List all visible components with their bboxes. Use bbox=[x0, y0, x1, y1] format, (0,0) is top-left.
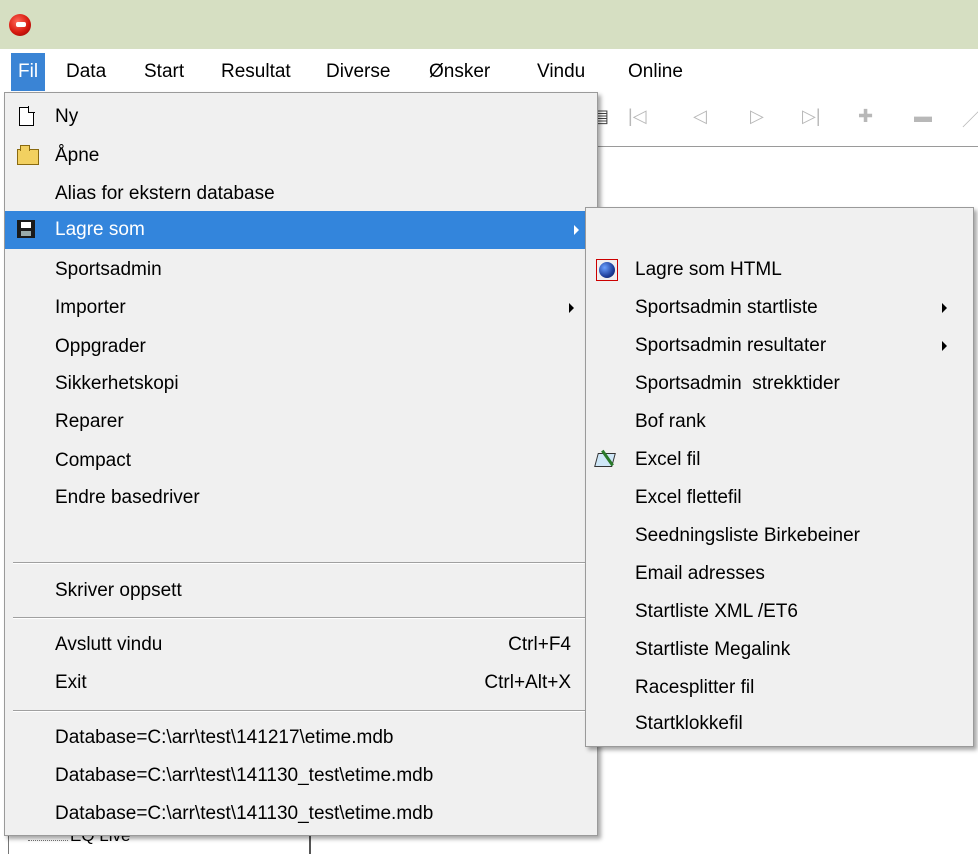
menu-resultat[interactable]: Resultat bbox=[214, 53, 298, 91]
submenu-arrow-icon bbox=[574, 225, 579, 235]
menu-item-ny[interactable]: Ny bbox=[5, 98, 597, 136]
menu-separator bbox=[13, 617, 594, 619]
title-bar bbox=[0, 0, 978, 49]
menu-start[interactable]: Start bbox=[137, 53, 191, 91]
recent-database-1[interactable]: Database=C:\arr\test\141217\etime.mdb bbox=[5, 719, 597, 757]
file-menu: Ny Åpne Alias for ekstern database Lagre… bbox=[4, 92, 598, 836]
submenu-item-startliste-megalink[interactable]: Startliste Megalink bbox=[586, 631, 973, 669]
menu-item-reparer[interactable]: Reparer bbox=[5, 403, 597, 441]
menu-diverse[interactable]: Diverse bbox=[319, 53, 397, 91]
menu-separator bbox=[13, 562, 594, 564]
submenu-item-racesplitter-fil[interactable]: Racesplitter fil bbox=[586, 669, 973, 707]
recent-database-3[interactable]: Database=C:\arr\test\141130_test\etime.m… bbox=[5, 795, 597, 833]
shortcut-text: Ctrl+F4 bbox=[508, 634, 571, 655]
edit-record-icon[interactable]: ／ bbox=[962, 106, 978, 132]
first-record-icon[interactable]: |◁ bbox=[628, 106, 647, 127]
app-icon[interactable] bbox=[9, 14, 31, 36]
submenu-item-excel-fil[interactable]: Excel fil bbox=[586, 441, 973, 479]
floppy-disk-icon bbox=[17, 220, 35, 238]
recent-database-2[interactable]: Database=C:\arr\test\141130_test\etime.m… bbox=[5, 757, 597, 795]
tree-connector bbox=[28, 840, 68, 841]
menu-online[interactable]: Online bbox=[621, 53, 690, 91]
menu-separator bbox=[13, 710, 594, 712]
menu-data[interactable]: Data bbox=[59, 53, 113, 91]
menu-item-skriver-oppsett[interactable]: Skriver oppsett bbox=[5, 572, 597, 610]
menu-item-sikkerhetskopi[interactable]: Sikkerhetskopi bbox=[5, 365, 597, 403]
menu-item-oppgrader[interactable]: Oppgrader bbox=[5, 328, 597, 366]
insert-record-icon[interactable]: ✚ bbox=[858, 106, 873, 127]
submenu-arrow-icon bbox=[942, 341, 947, 351]
navigation-toolbar: ▤ |◁ ◁ ▷ ▷| ✚ ▬ ／ bbox=[590, 98, 978, 138]
open-folder-icon bbox=[17, 145, 39, 165]
submenu-item-excel-flettefil[interactable]: Excel flettefil bbox=[586, 479, 973, 517]
next-record-icon[interactable]: ▷ bbox=[750, 106, 764, 127]
menu-item-alias[interactable]: Alias for ekstern database bbox=[5, 175, 597, 213]
submenu-item-seedningsliste[interactable]: Seedningsliste Birkebeiner bbox=[586, 517, 973, 555]
menu-vindu[interactable]: Vindu bbox=[530, 53, 592, 91]
submenu-arrow-icon bbox=[569, 303, 574, 313]
submenu-item-email-adresses[interactable]: Email adresses bbox=[586, 555, 973, 593]
submenu-item-sportsadmin-strekktider[interactable]: Sportsadmin strekktider bbox=[586, 365, 973, 403]
submenu-item-bof-rank[interactable]: Bof rank bbox=[586, 403, 973, 441]
menu-item-importer[interactable]: Importer bbox=[5, 289, 597, 327]
submenu-item-startliste-xml[interactable]: Startliste XML /ET6 bbox=[586, 593, 973, 631]
menu-item-exit[interactable]: Exit Ctrl+Alt+X bbox=[5, 664, 597, 702]
menu-item-compact[interactable]: Compact bbox=[5, 442, 597, 480]
toolbar-divider bbox=[590, 146, 978, 147]
submenu-item-sportsadmin-resultater[interactable]: Sportsadmin resultater bbox=[586, 327, 973, 365]
menu-item-apne[interactable]: Åpne bbox=[5, 137, 597, 175]
submenu-item-startklokkefil[interactable]: Startklokkefil bbox=[586, 705, 973, 743]
submenu-item-sportsadmin-startliste[interactable]: Sportsadmin startliste bbox=[586, 289, 973, 327]
menu-fil[interactable]: Fil bbox=[11, 53, 46, 91]
delete-record-icon[interactable]: ▬ bbox=[914, 106, 932, 127]
menu-item-endre-basedriver[interactable]: Endre basedriver bbox=[5, 479, 597, 517]
last-record-icon[interactable]: ▷| bbox=[802, 106, 821, 127]
menu-item-sportsadmin[interactable]: Sportsadmin bbox=[5, 251, 597, 289]
submenu-item-lagre-som-html[interactable]: Lagre som HTML bbox=[586, 251, 973, 289]
menu-onsker[interactable]: Ønsker bbox=[422, 53, 497, 91]
previous-record-icon[interactable]: ◁ bbox=[693, 106, 707, 127]
new-document-icon bbox=[19, 106, 35, 126]
shortcut-text: Ctrl+Alt+X bbox=[484, 672, 571, 693]
save-as-submenu: Lagre som HTML Sportsadmin startliste Sp… bbox=[585, 207, 974, 747]
globe-icon bbox=[596, 259, 618, 281]
submenu-arrow-icon bbox=[942, 303, 947, 313]
menu-item-lagre-som[interactable]: Lagre som bbox=[5, 211, 597, 249]
menu-item-avslutt-vindu[interactable]: Avslutt vindu Ctrl+F4 bbox=[5, 626, 597, 664]
menu-bar: Fil Data Start Resultat Diverse Ønsker V… bbox=[0, 53, 978, 91]
excel-icon bbox=[594, 449, 616, 469]
